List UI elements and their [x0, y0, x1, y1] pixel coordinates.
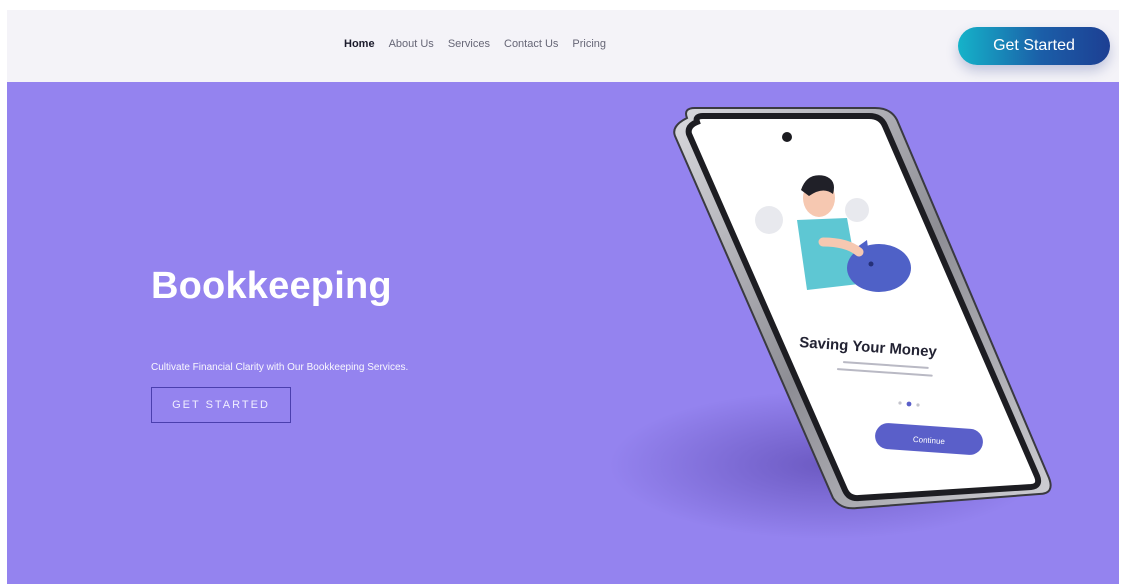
phone-mockup: Saving Your Money Continue	[673, 107, 1052, 510]
phone-camera	[782, 132, 792, 142]
page-frame: Home About Us Services Contact Us Pricin…	[7, 10, 1119, 584]
main-nav: Home About Us Services Contact Us Pricin…	[344, 38, 606, 50]
hero-subtitle: Cultivate Financial Clarity with Our Boo…	[151, 362, 409, 373]
nav-item-contact-us[interactable]: Contact Us	[504, 38, 558, 50]
get-started-button[interactable]: Get Started	[958, 27, 1110, 65]
site-header: Home About Us Services Contact Us Pricin…	[7, 10, 1119, 82]
hero-title: Bookkeeping	[151, 265, 392, 307]
nav-item-pricing[interactable]: Pricing	[572, 38, 606, 50]
nav-item-services[interactable]: Services	[448, 38, 490, 50]
nav-item-about-us[interactable]: About Us	[389, 38, 434, 50]
nav-item-home[interactable]: Home	[344, 38, 375, 50]
hero-get-started-button[interactable]: GET STARTED	[151, 387, 291, 423]
phone-screen	[685, 113, 1042, 502]
